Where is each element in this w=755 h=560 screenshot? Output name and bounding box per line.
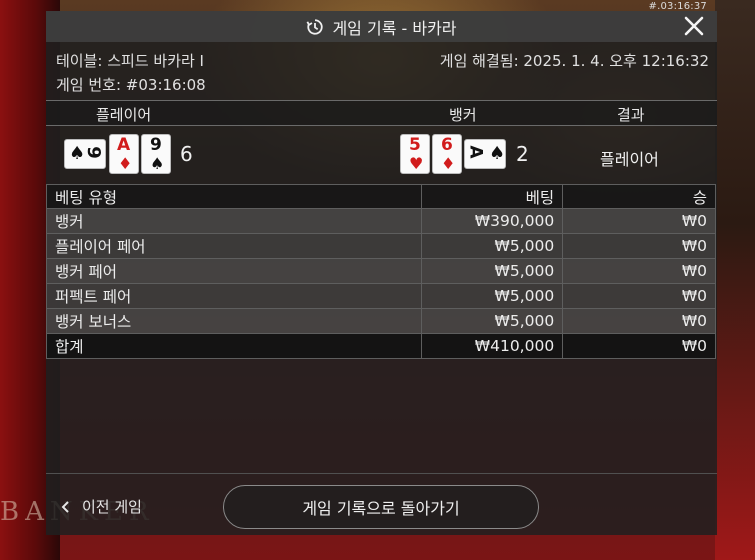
game-number: 게임 번호: #03:16:08 (56, 76, 206, 94)
table-row: 뱅커 페어 ₩5,000 ₩0 (45, 258, 716, 284)
history-clock-icon (307, 18, 324, 35)
bet-amount: ₩390,000 (421, 208, 564, 234)
table-row: 플레이어 페어 ₩5,000 ₩0 (45, 233, 716, 259)
table-row: 뱅커 보너스 ₩5,000 ₩0 (45, 308, 716, 334)
player-card-3: 9 ♠ (141, 134, 171, 174)
outcome-header: 결과 (617, 106, 645, 124)
bet-amount: ₩5,000 (421, 308, 564, 334)
dialog-titlebar: 게임 기록 - 바카라 (46, 11, 717, 42)
game-outcome: 플레이어 (600, 150, 659, 169)
player-card-2: A ♦ (109, 134, 139, 174)
game-info: 테이블: 스피드 바카라 I 게임 번호: #03:16:08 게임 해결됨: … (46, 42, 717, 100)
bet-type-header: 베팅 유형 (45, 184, 423, 209)
previous-game-button[interactable]: 이전 게임 (60, 496, 142, 517)
bet-type: 뱅커 보너스 (45, 308, 423, 334)
resolved-time: 게임 해결됨: 2025. 1. 4. 오후 12:16:32 (439, 52, 709, 70)
table-row: 뱅커 ₩390,000 ₩0 (45, 208, 716, 234)
win-amount: ₩0 (562, 308, 716, 334)
bet-amount: ₩5,000 (421, 258, 564, 284)
bet-type: 뱅커 (45, 208, 423, 234)
win-amount-header: 승 (562, 184, 716, 209)
back-to-history-label: 게임 기록으로 돌아가기 (302, 499, 460, 518)
banker-header: 뱅커 (449, 106, 477, 124)
dialog-footer: 이전 게임 게임 기록으로 돌아가기 (46, 473, 717, 535)
total-label: 합계 (45, 333, 423, 359)
banker-card-2: 6 ♦ (432, 134, 462, 174)
bet-amount: ₩5,000 (421, 283, 564, 309)
win-amount: ₩0 (562, 233, 716, 259)
bet-amount-header: 베팅 (421, 184, 564, 209)
bets-header-row: 베팅 유형 베팅 승 (45, 184, 716, 209)
player-score: 6 (180, 142, 193, 166)
table-background-right (715, 0, 755, 560)
bets-table: 베팅 유형 베팅 승 뱅커 ₩390,000 ₩0 플레이어 페어 ₩5,000… (45, 184, 716, 359)
bet-type: 플레이어 페어 (45, 233, 423, 259)
player-card-1: ♠ 9 (64, 139, 106, 169)
dialog-title: 게임 기록 - 바카라 (332, 18, 457, 38)
close-icon[interactable] (683, 15, 705, 37)
bet-type: 뱅커 페어 (45, 258, 423, 284)
chevron-left-icon (61, 500, 69, 513)
bet-type: 퍼펙트 페어 (45, 283, 423, 309)
bet-amount: ₩5,000 (421, 233, 564, 259)
win-amount: ₩0 (562, 208, 716, 234)
result-row: ♠ 9 A ♦ 9 ♠ 6 5 ♥ 6 ♦ A ♠ 2 플레이어 (46, 126, 717, 182)
previous-game-label: 이전 게임 (82, 498, 142, 516)
total-bet-amount: ₩410,000 (421, 333, 564, 359)
back-to-history-button[interactable]: 게임 기록으로 돌아가기 (223, 485, 539, 529)
banker-score: 2 (516, 142, 529, 166)
game-history-dialog: 게임 기록 - 바카라 테이블: 스피드 바카라 I 게임 번호: #03:16… (45, 11, 717, 535)
total-win-amount: ₩0 (562, 333, 716, 359)
win-amount: ₩0 (562, 258, 716, 284)
banker-card-3: A ♠ (464, 139, 506, 169)
banker-card-1: 5 ♥ (400, 134, 430, 174)
player-header: 플레이어 (96, 106, 152, 124)
win-amount: ₩0 (562, 283, 716, 309)
total-row: 합계 ₩410,000 ₩0 (45, 333, 716, 359)
table-name: 테이블: 스피드 바카라 I (56, 52, 204, 70)
table-row: 퍼펙트 페어 ₩5,000 ₩0 (45, 283, 716, 309)
result-header: 플레이어 뱅커 결과 (46, 100, 717, 126)
